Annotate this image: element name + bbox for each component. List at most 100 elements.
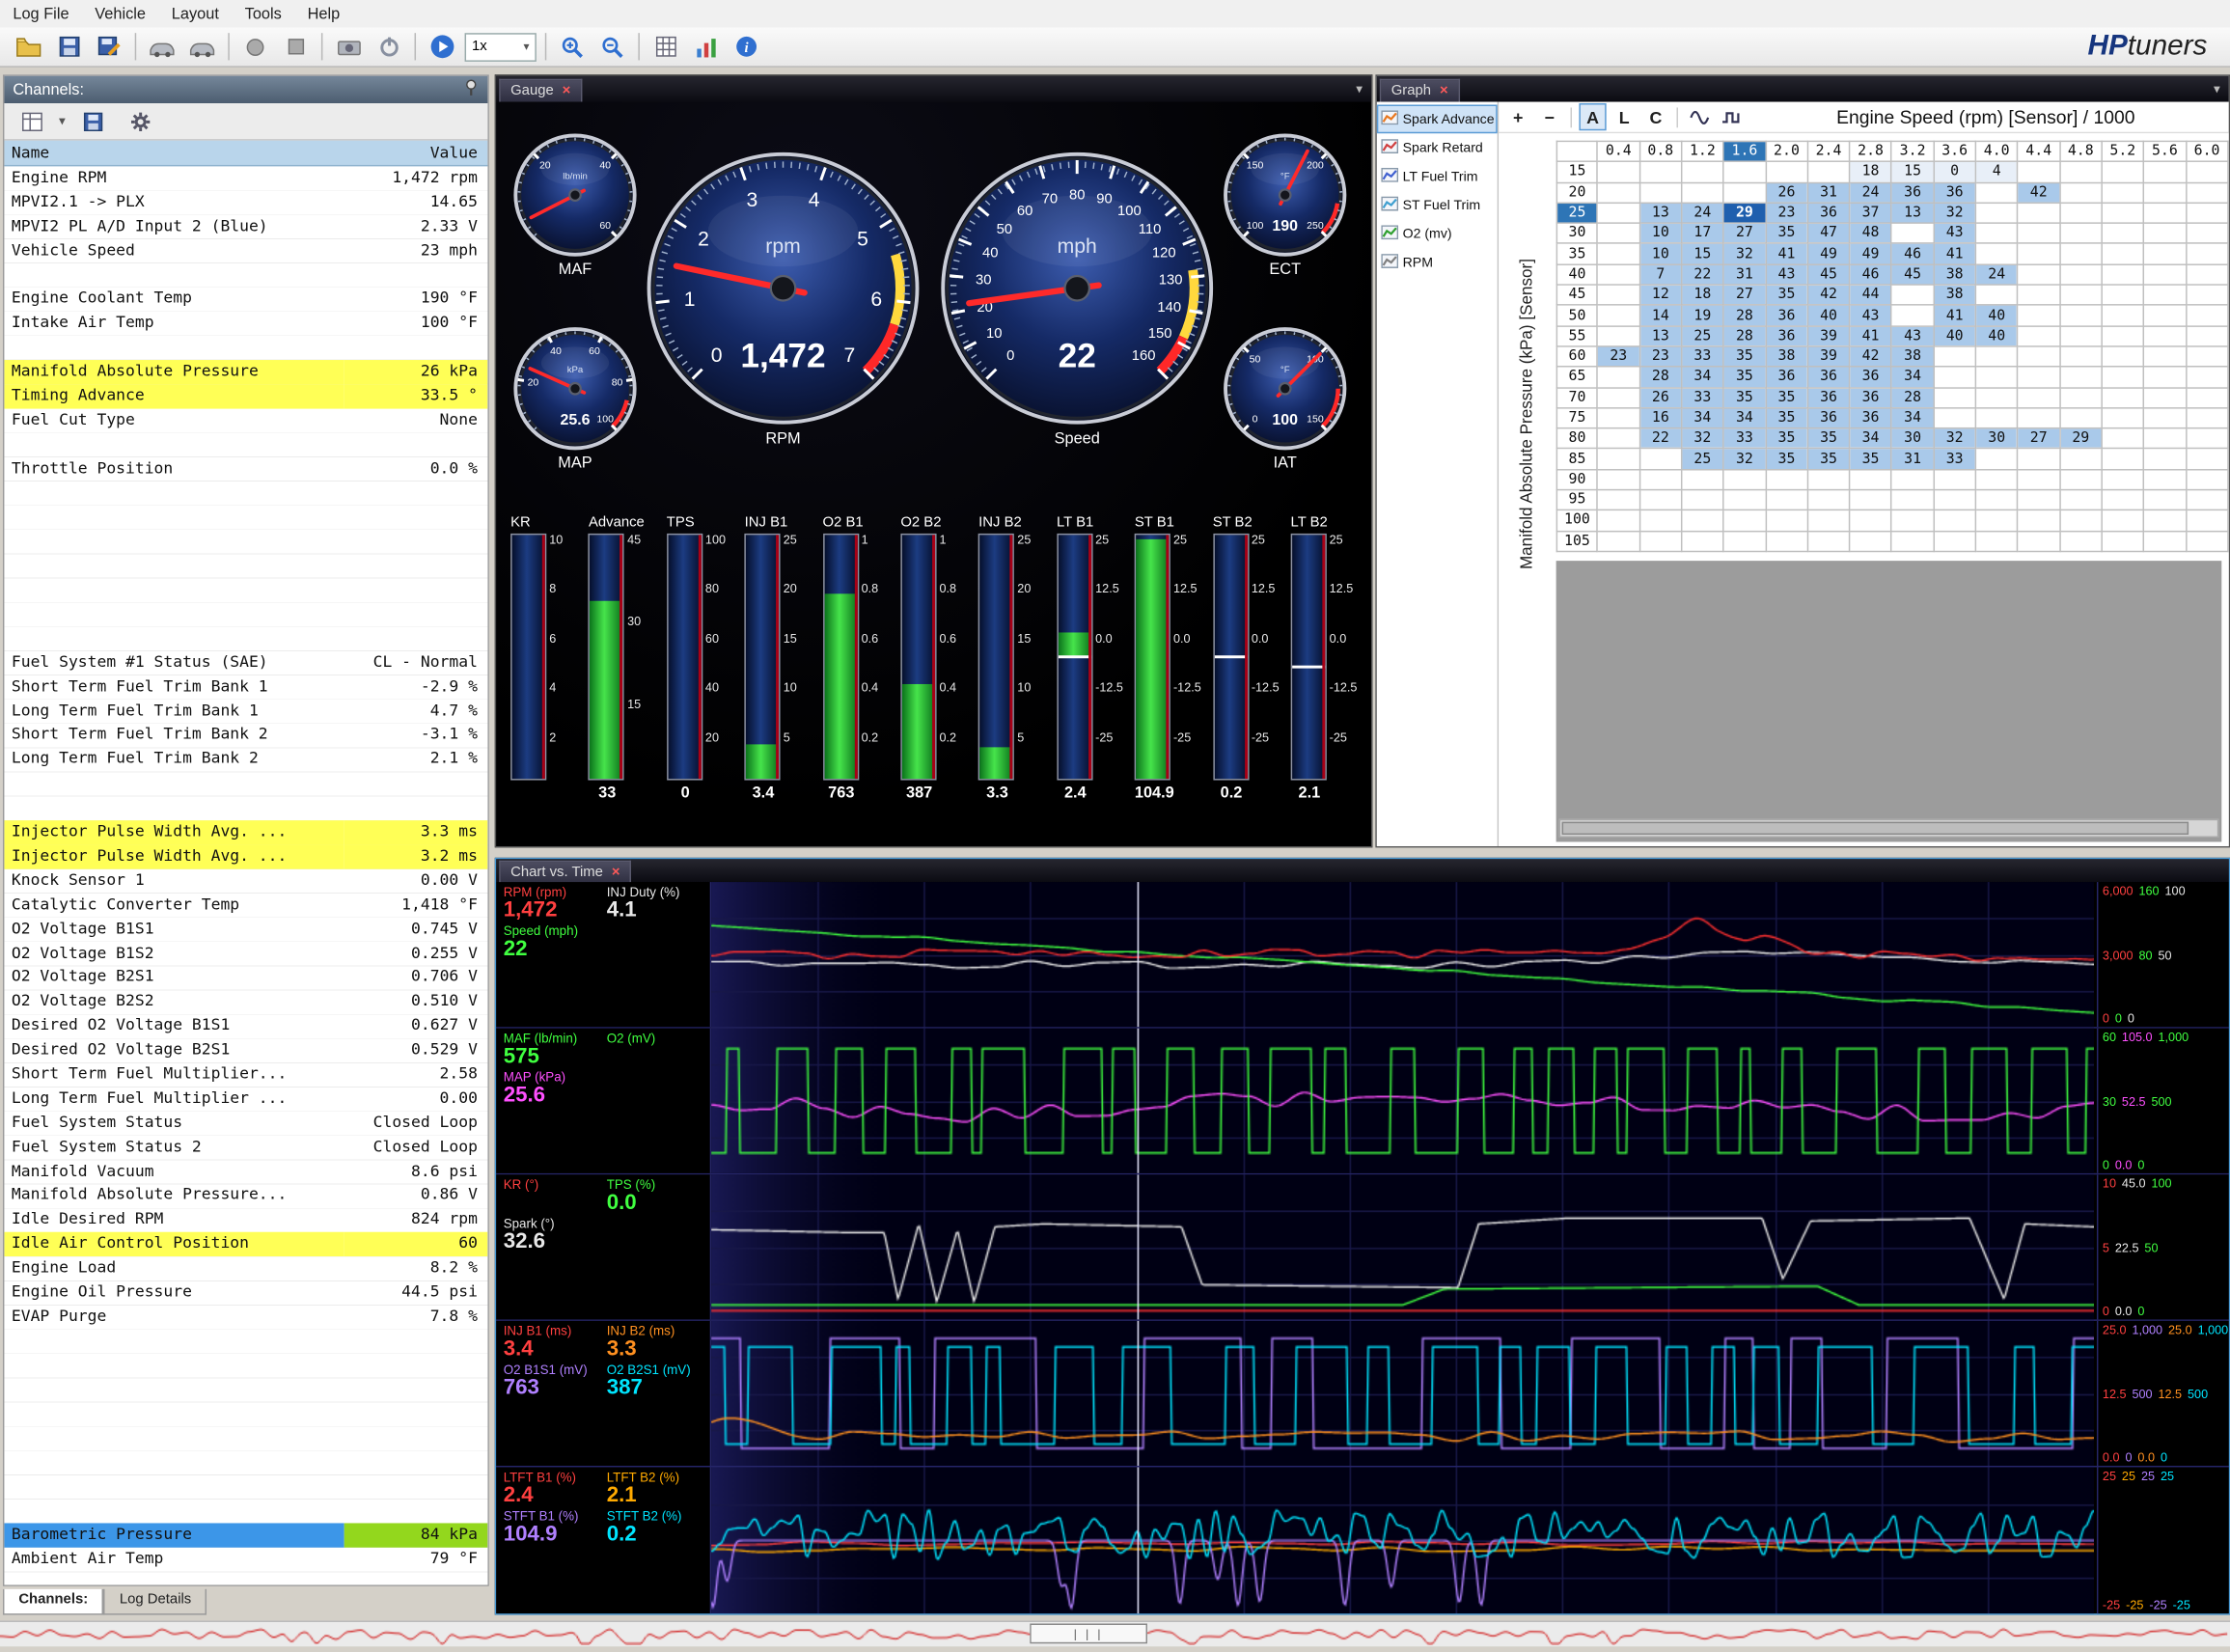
channel-row[interactable]: Long Term Fuel Multiplier ...0.00 <box>4 1087 487 1111</box>
table-cell[interactable]: 35 <box>1807 449 1850 469</box>
pin-icon[interactable] <box>463 79 479 100</box>
table-cell[interactable]: 36 <box>1807 408 1850 428</box>
channel-row[interactable]: Short Term Fuel Trim Bank 1-2.9 % <box>4 675 487 700</box>
channel-row[interactable]: Engine RPM1,472 rpm <box>4 166 487 190</box>
channel-row[interactable]: Short Term Fuel Multiplier...2.58 <box>4 1062 487 1087</box>
table-cell[interactable] <box>2186 449 2228 469</box>
table-cell[interactable] <box>2060 162 2103 182</box>
table-cell[interactable] <box>2186 346 2228 367</box>
table-cell[interactable]: 33 <box>1723 428 1766 449</box>
table-cell[interactable] <box>1807 469 1850 489</box>
table-cell[interactable] <box>2186 182 2228 203</box>
table-cell[interactable] <box>2102 428 2144 449</box>
channel-row[interactable]: Fuel Cut TypeNone <box>4 408 487 432</box>
channel-row[interactable]: O2 Voltage B2S10.706 V <box>4 966 487 990</box>
table-cell[interactable] <box>1934 490 1976 510</box>
power-icon[interactable] <box>369 29 409 65</box>
channel-row[interactable]: EVAP Purge7.8 % <box>4 1305 487 1329</box>
table-cell[interactable]: 36 <box>1891 182 1934 203</box>
table-cell[interactable] <box>1639 510 1682 531</box>
table-cell[interactable] <box>2186 162 2228 182</box>
table-cell[interactable] <box>1807 162 1850 182</box>
table-cell[interactable]: 46 <box>1891 244 1934 264</box>
table-cell[interactable] <box>1682 510 1724 531</box>
channel-row[interactable]: Vehicle Speed23 mph <box>4 239 487 263</box>
record-icon[interactable] <box>235 29 276 65</box>
table-cell[interactable]: 32 <box>1723 244 1766 264</box>
table-cell[interactable]: 28 <box>1639 367 1682 387</box>
table-cell[interactable] <box>2102 264 2144 285</box>
table-cell[interactable] <box>1975 367 2018 387</box>
table-cell[interactable]: 41 <box>1850 326 1892 346</box>
table-cell[interactable] <box>1891 531 1934 551</box>
channel-row[interactable]: Desired O2 Voltage B1S10.627 V <box>4 1014 487 1038</box>
table-cell[interactable] <box>1975 285 2018 305</box>
table-cell[interactable] <box>2144 490 2187 510</box>
table-cell[interactable] <box>1850 469 1892 489</box>
table-cell[interactable]: 25 <box>1682 449 1724 469</box>
table-cell[interactable] <box>1891 285 1934 305</box>
table-cell[interactable] <box>2102 182 2144 203</box>
table-cell[interactable]: 42 <box>1850 346 1892 367</box>
open-log-icon[interactable] <box>9 29 49 65</box>
table-cell[interactable]: 34 <box>1891 367 1934 387</box>
strip-waveform-canvas[interactable] <box>711 1174 2094 1319</box>
series-item-lt-fuel-trim[interactable]: LT Fuel Trim <box>1377 162 1498 191</box>
table-cell[interactable] <box>1723 531 1766 551</box>
table-cell[interactable] <box>1598 203 1640 223</box>
cells-mode-button[interactable]: C <box>1642 103 1669 130</box>
table-cell[interactable]: 28 <box>1723 326 1766 346</box>
table-cell[interactable]: 30 <box>1975 428 2018 449</box>
tab-log-details[interactable]: Log Details <box>104 1589 207 1615</box>
channel-row[interactable]: Catalytic Converter Temp1,418 °F <box>4 894 487 918</box>
table-cell[interactable] <box>2102 449 2144 469</box>
row-header[interactable]: 50 <box>1556 305 1597 325</box>
table-cell[interactable]: 4 <box>1975 162 2018 182</box>
menu-help[interactable]: Help <box>294 2 352 25</box>
table-cell[interactable] <box>2018 531 2060 551</box>
table-cell[interactable] <box>1850 490 1892 510</box>
table-cell[interactable] <box>2018 510 2060 531</box>
series-item-st-fuel-trim[interactable]: ST Fuel Trim <box>1377 191 1498 220</box>
table-cell[interactable] <box>2186 510 2228 531</box>
zoom-in-icon[interactable] <box>552 29 592 65</box>
table-cell[interactable] <box>2102 305 2144 325</box>
table-cell[interactable] <box>2060 510 2103 531</box>
table-cell[interactable]: 38 <box>1934 285 1976 305</box>
zoom-in-button[interactable]: + <box>1504 103 1531 130</box>
table-cell[interactable] <box>1934 346 1976 367</box>
table-cell[interactable]: 34 <box>1682 408 1724 428</box>
channel-row[interactable]: O2 Voltage B1S10.745 V <box>4 918 487 942</box>
table-cell[interactable] <box>1975 531 2018 551</box>
table-cell[interactable] <box>1934 408 1976 428</box>
table-cell[interactable] <box>2018 285 2060 305</box>
table-cell[interactable]: 30 <box>1891 428 1934 449</box>
table-cell[interactable] <box>1934 469 1976 489</box>
table-cell[interactable]: 32 <box>1934 428 1976 449</box>
table-cell[interactable]: 35 <box>1766 428 1808 449</box>
col-header[interactable]: 0.4 <box>1598 141 1640 161</box>
smooth-wave-toggle-icon[interactable] <box>1685 103 1712 130</box>
table-cell[interactable] <box>1682 162 1724 182</box>
channel-row[interactable]: Engine Load8.2 % <box>4 1256 487 1280</box>
table-cell[interactable]: 41 <box>1934 305 1976 325</box>
menu-tools[interactable]: Tools <box>232 2 294 25</box>
export-chart-icon[interactable] <box>685 29 726 65</box>
tab-graph[interactable]: Graph × <box>1380 79 1460 102</box>
table-cell[interactable]: 22 <box>1682 264 1724 285</box>
strip-waveform-canvas[interactable] <box>711 1467 2094 1613</box>
table-cell[interactable] <box>1598 244 1640 264</box>
table-cell[interactable]: 24 <box>1975 264 2018 285</box>
table-cell[interactable] <box>2186 490 2228 510</box>
table-cell[interactable] <box>1934 387 1976 407</box>
row-header[interactable]: 30 <box>1556 223 1597 243</box>
table-cell[interactable]: 45 <box>1891 264 1934 285</box>
table-cell[interactable]: 27 <box>1723 223 1766 243</box>
table-cell[interactable] <box>2144 244 2187 264</box>
table-cell[interactable] <box>2144 367 2187 387</box>
table-cell[interactable] <box>2186 408 2228 428</box>
table-cell[interactable]: 41 <box>1766 244 1808 264</box>
chevron-down-icon[interactable]: ▾ <box>2214 81 2229 96</box>
table-cell[interactable]: 38 <box>1891 346 1934 367</box>
write-vehicle-icon[interactable] <box>182 29 223 65</box>
